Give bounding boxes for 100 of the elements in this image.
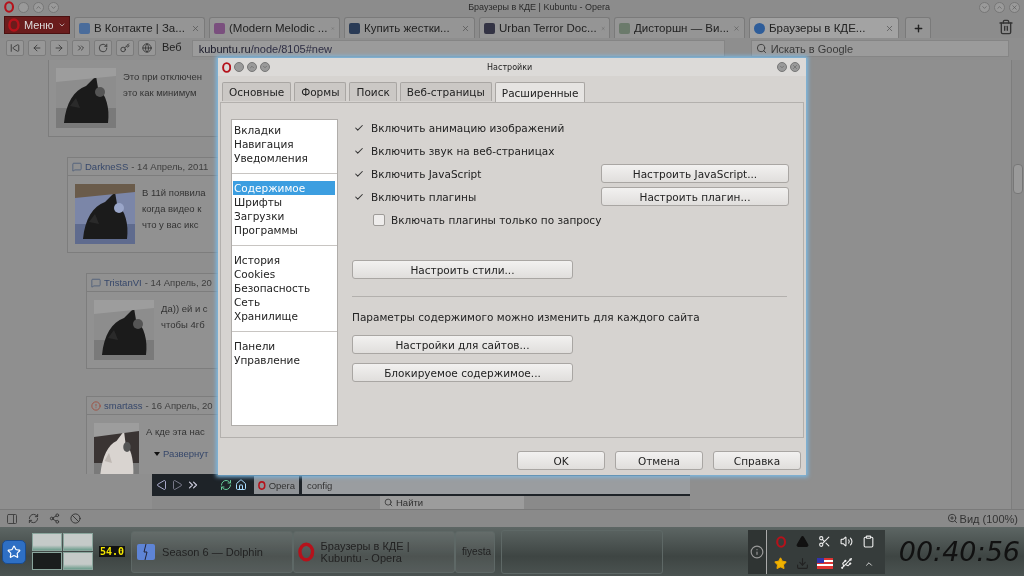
star-icon bbox=[774, 557, 788, 570]
checkbox[interactable] bbox=[373, 213, 385, 226]
category-item[interactable]: История bbox=[233, 253, 335, 267]
play-icon bbox=[171, 479, 183, 491]
close-icon bbox=[885, 23, 894, 33]
sync-icon bbox=[28, 513, 39, 524]
dialog-button[interactable]: Отмена bbox=[615, 451, 703, 470]
task-button[interactable] bbox=[501, 529, 664, 574]
browser-tab[interactable]: Браузеры в КДЕ... bbox=[749, 17, 899, 38]
settings-tab[interactable]: Основные bbox=[222, 82, 292, 101]
comment-text: это как минимум bbox=[123, 87, 198, 99]
close-button[interactable] bbox=[1009, 1, 1020, 13]
key-icon bbox=[120, 43, 130, 53]
category-item[interactable]: Управление bbox=[233, 353, 335, 367]
menu-button[interactable]: Меню bbox=[4, 16, 70, 34]
window-control[interactable] bbox=[18, 1, 30, 13]
window-control[interactable] bbox=[48, 1, 60, 13]
embedded-search: Найти bbox=[380, 496, 524, 509]
category-item[interactable]: Хранилище bbox=[233, 309, 335, 323]
trash-icon[interactable] bbox=[998, 19, 1014, 35]
window-control[interactable] bbox=[247, 62, 258, 72]
window-control[interactable] bbox=[979, 1, 990, 13]
desktop-cell[interactable] bbox=[32, 533, 62, 551]
globe-icon bbox=[142, 43, 152, 53]
fast-forward-button[interactable] bbox=[72, 40, 90, 56]
reload-icon bbox=[98, 43, 108, 53]
window-control[interactable] bbox=[260, 62, 271, 72]
caret-icon bbox=[57, 21, 66, 29]
category-item[interactable]: Навигация bbox=[233, 137, 335, 151]
new-tab-button[interactable] bbox=[905, 17, 931, 38]
site-button[interactable]: Блокируемое содержимое... bbox=[352, 363, 573, 382]
close-button[interactable] bbox=[790, 62, 800, 72]
window-control[interactable] bbox=[33, 1, 45, 13]
browser-tab[interactable]: Дисторшн — Ви... bbox=[614, 17, 745, 38]
reload-button[interactable] bbox=[94, 40, 112, 56]
plus-icon bbox=[912, 22, 924, 34]
configure-button[interactable]: Настроить JavaScript... bbox=[601, 164, 789, 183]
clock: 00:40:56 bbox=[898, 536, 1020, 567]
rewind-button[interactable] bbox=[6, 40, 24, 56]
scissors-icon bbox=[818, 535, 832, 548]
comment-text: Да)) ей и с bbox=[161, 303, 208, 315]
category-item[interactable]: Панели bbox=[233, 339, 335, 353]
search-icon bbox=[755, 43, 767, 54]
window-control[interactable] bbox=[234, 62, 245, 72]
close-icon bbox=[191, 23, 200, 33]
scroll-thumb[interactable] bbox=[1013, 164, 1023, 194]
desktop-cell[interactable] bbox=[63, 552, 93, 570]
chevron-down-icon bbox=[262, 64, 269, 70]
close-icon bbox=[792, 64, 798, 70]
browser-tab[interactable]: (Modern Melodic ... bbox=[209, 17, 340, 38]
desktop-cell[interactable] bbox=[63, 533, 93, 551]
category-item[interactable]: Cookies bbox=[233, 267, 335, 281]
settings-tab[interactable]: Поиск bbox=[349, 82, 397, 101]
settings-tab[interactable]: Формы bbox=[294, 82, 347, 101]
desktop-cell[interactable] bbox=[32, 552, 62, 570]
embedded-address: config bbox=[302, 476, 690, 494]
globe-button[interactable] bbox=[138, 40, 156, 56]
category-item[interactable]: Вкладки bbox=[233, 123, 335, 137]
browser-tab[interactable]: В Контакте | За... bbox=[74, 17, 205, 38]
site-icon bbox=[619, 22, 630, 34]
styles-button[interactable]: Настроить стили... bbox=[352, 260, 573, 279]
block-icon bbox=[70, 513, 81, 524]
category-item[interactable]: Сеть bbox=[233, 295, 335, 309]
category-item[interactable]: Программы bbox=[233, 223, 335, 237]
forward-button[interactable] bbox=[50, 40, 68, 56]
alert-icon bbox=[91, 400, 101, 411]
dialog-button[interactable]: Справка bbox=[713, 451, 801, 470]
share-icon bbox=[49, 513, 60, 524]
window-control[interactable] bbox=[777, 62, 787, 72]
settings-tab[interactable]: Расширенные bbox=[494, 82, 586, 102]
flag-icon bbox=[816, 558, 833, 569]
category-item[interactable]: Шрифты bbox=[233, 195, 335, 209]
back-button[interactable] bbox=[28, 40, 46, 56]
browser-tab[interactable]: Urban Terror Doc... bbox=[479, 17, 610, 38]
address-field[interactable]: kubuntu.ru/node/8105#new bbox=[191, 40, 725, 57]
caret-down-icon bbox=[154, 452, 160, 456]
category-item[interactable]: Загрузки bbox=[233, 209, 335, 223]
window-control[interactable] bbox=[994, 1, 1005, 13]
settings-tab[interactable]: Веб-страницы bbox=[399, 82, 492, 101]
skip-back-icon bbox=[10, 43, 20, 53]
zoom-label[interactable]: Вид (100%) bbox=[946, 512, 1018, 525]
usb-icon bbox=[840, 557, 854, 570]
dialog-button[interactable]: OK bbox=[517, 451, 605, 470]
scrollbar[interactable] bbox=[1011, 60, 1024, 509]
site-button[interactable]: Настройки для сайтов... bbox=[352, 335, 573, 354]
chevron-up-icon bbox=[35, 3, 43, 11]
start-button[interactable] bbox=[2, 539, 26, 564]
mode-label: Веб bbox=[162, 41, 182, 53]
clipboard-icon bbox=[862, 535, 876, 548]
browser-tab[interactable]: Купить жестки... bbox=[344, 17, 475, 38]
category-item[interactable]: Безопасность bbox=[233, 281, 335, 295]
configure-button[interactable]: Настроить плагин... bbox=[601, 187, 789, 206]
site-note: Параметры содержимого можно изменить для каждого сайта bbox=[352, 311, 701, 323]
search-field[interactable]: Искать в Google bbox=[750, 40, 1009, 57]
info-icon bbox=[749, 544, 764, 559]
checkbox-label: Включить анимацию изображений bbox=[371, 121, 565, 134]
key-button[interactable] bbox=[116, 40, 134, 56]
category-item[interactable]: Уведомления bbox=[233, 151, 335, 165]
site-icon bbox=[349, 22, 360, 34]
chevron-down-icon bbox=[50, 3, 58, 11]
